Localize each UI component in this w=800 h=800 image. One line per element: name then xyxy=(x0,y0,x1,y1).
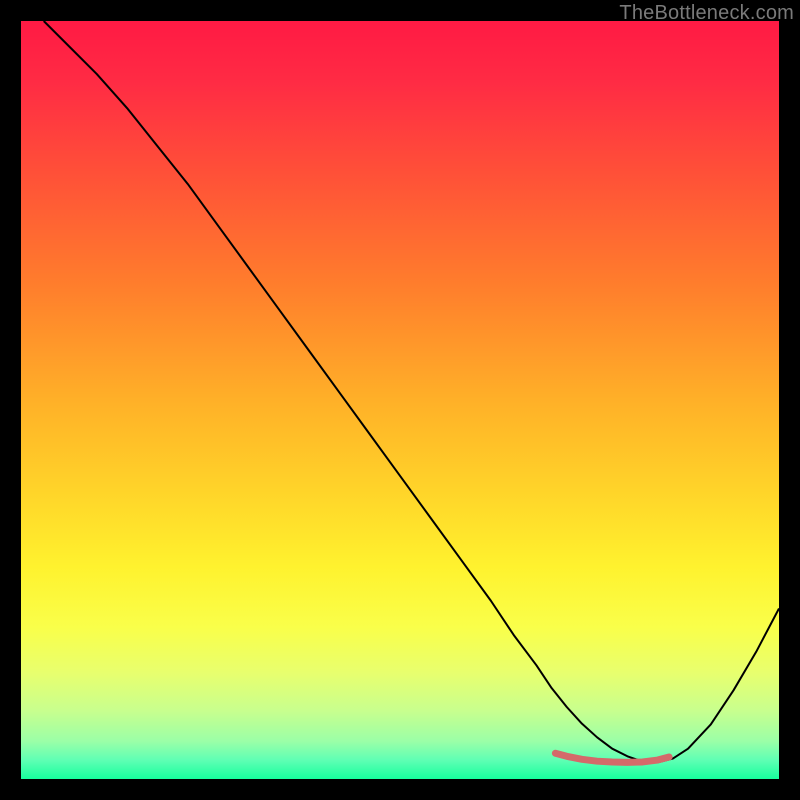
chart-frame xyxy=(21,21,779,779)
bottleneck-chart xyxy=(21,21,779,779)
gradient-background xyxy=(21,21,779,779)
